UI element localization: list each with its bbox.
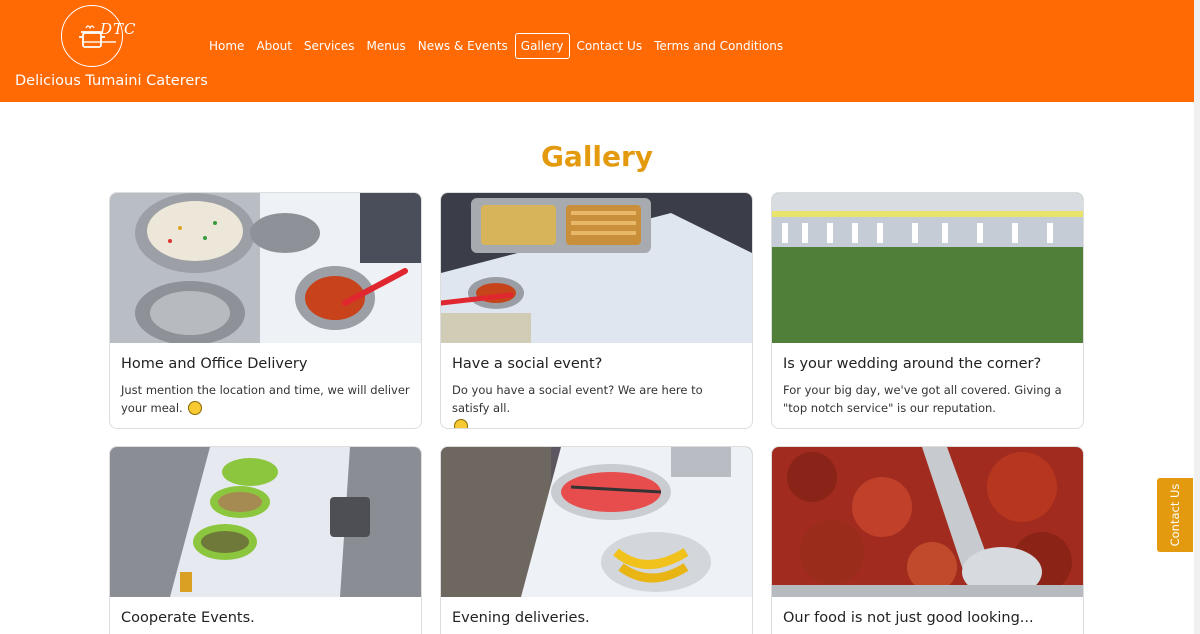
nav-home[interactable]: Home xyxy=(203,33,250,59)
card-title: Cooperate Events. xyxy=(121,610,255,626)
contact-us-side-tab[interactable]: Contact Us xyxy=(1157,478,1193,552)
logo-tagline-line xyxy=(82,41,116,43)
card-image xyxy=(772,447,1083,597)
gallery-card[interactable]: Home and Office Delivery Just mention th… xyxy=(109,192,422,429)
gallery-card[interactable]: Our food is not just good looking... xyxy=(771,446,1084,634)
food-emoji-icon xyxy=(454,419,468,428)
nav-about[interactable]: About xyxy=(250,33,297,59)
gallery-card[interactable]: Evening deliveries. xyxy=(440,446,753,634)
nav-news-events[interactable]: News & Events xyxy=(412,33,514,59)
page-title: Gallery xyxy=(540,140,654,173)
nav-gallery[interactable]: Gallery xyxy=(514,33,570,59)
card-image xyxy=(110,447,421,597)
card-image xyxy=(110,193,421,343)
logo-text: DTC xyxy=(100,20,137,38)
card-text: For your big day, we've got all covered.… xyxy=(783,383,1062,415)
card-title: Evening deliveries. xyxy=(452,610,590,626)
nav-services[interactable]: Services xyxy=(298,33,361,59)
card-image xyxy=(772,193,1083,343)
site-header: DTC Delicious Tumaini Caterers Home Abou… xyxy=(0,0,1194,102)
card-title: Our food is not just good looking... xyxy=(783,610,1034,626)
card-image xyxy=(441,193,752,343)
side-tab-label: Contact Us xyxy=(1168,483,1182,547)
card-title: Have a social event? xyxy=(452,356,603,372)
brand-name: Delicious Tumaini Caterers xyxy=(15,73,208,89)
card-text: Just mention the location and time, we w… xyxy=(121,383,410,415)
yum-face-icon xyxy=(188,401,203,415)
scrollbar[interactable] xyxy=(1194,0,1200,634)
logo[interactable]: DTC xyxy=(61,5,136,67)
card-title: Is your wedding around the corner? xyxy=(783,356,1042,372)
nav-menus[interactable]: Menus xyxy=(361,33,412,59)
card-text: Do you have a social event? We are here … xyxy=(452,381,742,428)
card-title: Home and Office Delivery xyxy=(121,356,308,372)
card-image xyxy=(441,447,752,597)
gallery-card[interactable]: Cooperate Events. xyxy=(109,446,422,634)
gallery-card[interactable]: Is your wedding around the corner? For y… xyxy=(771,192,1084,429)
gallery-card[interactable]: Have a social event? Do you have a socia… xyxy=(440,192,753,429)
main-nav: Home About Services Menus News & Events … xyxy=(203,32,789,60)
nav-terms[interactable]: Terms and Conditions xyxy=(648,33,789,59)
nav-contact-us[interactable]: Contact Us xyxy=(571,33,649,59)
